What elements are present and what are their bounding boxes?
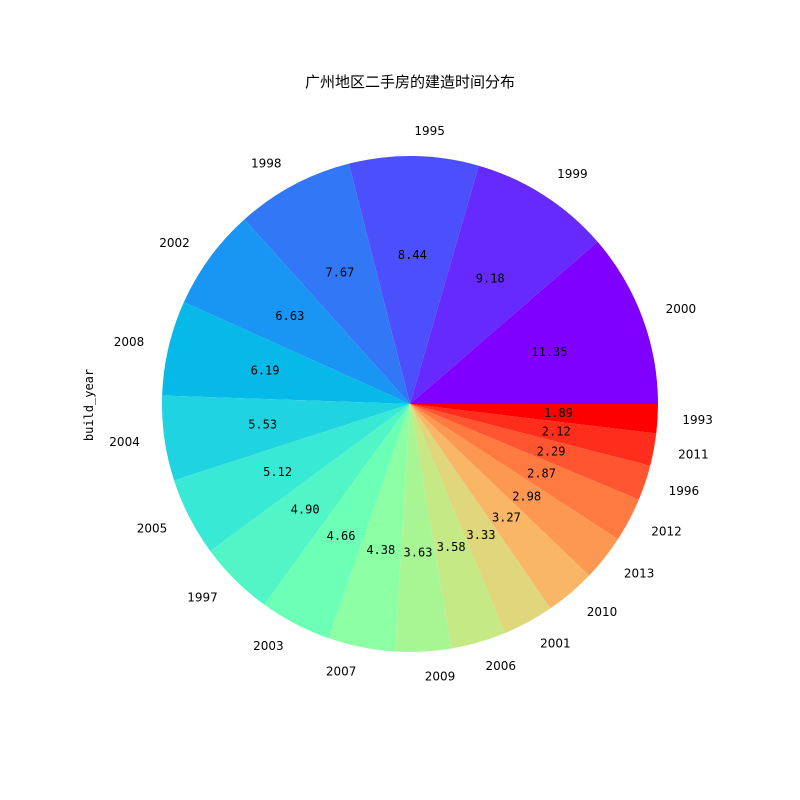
slice-value-label: 3.27 <box>492 510 521 524</box>
slice-value-label: 8.44 <box>398 248 427 262</box>
slice-category-label: 2012 <box>651 524 682 538</box>
slice-value-label: 2.29 <box>537 444 566 458</box>
slice-category-label: 1997 <box>187 591 218 605</box>
slice-category-label: 2001 <box>540 637 571 651</box>
slice-value-label: 7.67 <box>325 266 354 280</box>
pie-slices <box>162 156 658 652</box>
slice-value-label: 4.90 <box>291 503 320 517</box>
slice-category-label: 2000 <box>666 302 697 316</box>
slice-category-label: 1995 <box>414 124 445 138</box>
slice-category-label: 2003 <box>253 639 284 653</box>
slice-category-label: 2008 <box>114 335 145 349</box>
slice-value-label: 5.12 <box>263 465 292 479</box>
slice-value-label: 3.58 <box>437 540 466 554</box>
slice-value-label: 2.98 <box>512 489 541 503</box>
slice-value-label: 5.53 <box>248 418 277 432</box>
slice-category-label: 1993 <box>682 413 713 427</box>
slice-value-label: 1.89 <box>544 406 573 420</box>
slice-value-label: 4.38 <box>366 543 395 557</box>
slice-value-label: 2.12 <box>542 424 571 438</box>
slice-category-label: 2002 <box>159 236 190 250</box>
slice-value-label: 2.87 <box>527 466 556 480</box>
chart-title: 广州地区二手房的建造时间分布 <box>305 73 515 91</box>
slice-value-label: 3.33 <box>467 528 496 542</box>
slice-category-label: 1999 <box>557 167 588 181</box>
slice-category-label: 2013 <box>624 566 655 580</box>
slice-category-label: 2009 <box>425 669 456 683</box>
pie-chart: 广州地区二手房的建造时间分布 build_year 11.35 9.18 8.44 7… <box>82 73 713 683</box>
slice-value-label: 9.18 <box>476 272 505 286</box>
slice-value-label: 6.19 <box>251 363 280 377</box>
slice-value-label: 4.66 <box>327 529 356 543</box>
y-axis-label: build_year <box>82 369 96 441</box>
slice-category-label: 2006 <box>485 659 516 673</box>
slice-category-label: 2004 <box>109 435 140 449</box>
slice-value-label: 11.35 <box>531 345 567 359</box>
slice-category-label: 1998 <box>251 156 282 170</box>
slice-category-label: 2005 <box>137 522 168 536</box>
slice-category-label: 1996 <box>669 484 700 498</box>
slice-category-label: 2007 <box>326 664 357 678</box>
slice-value-label: 3.63 <box>404 546 433 560</box>
slice-category-label: 2011 <box>678 447 709 461</box>
slice-value-label: 6.63 <box>275 309 304 323</box>
slice-category-label: 2010 <box>587 605 618 619</box>
